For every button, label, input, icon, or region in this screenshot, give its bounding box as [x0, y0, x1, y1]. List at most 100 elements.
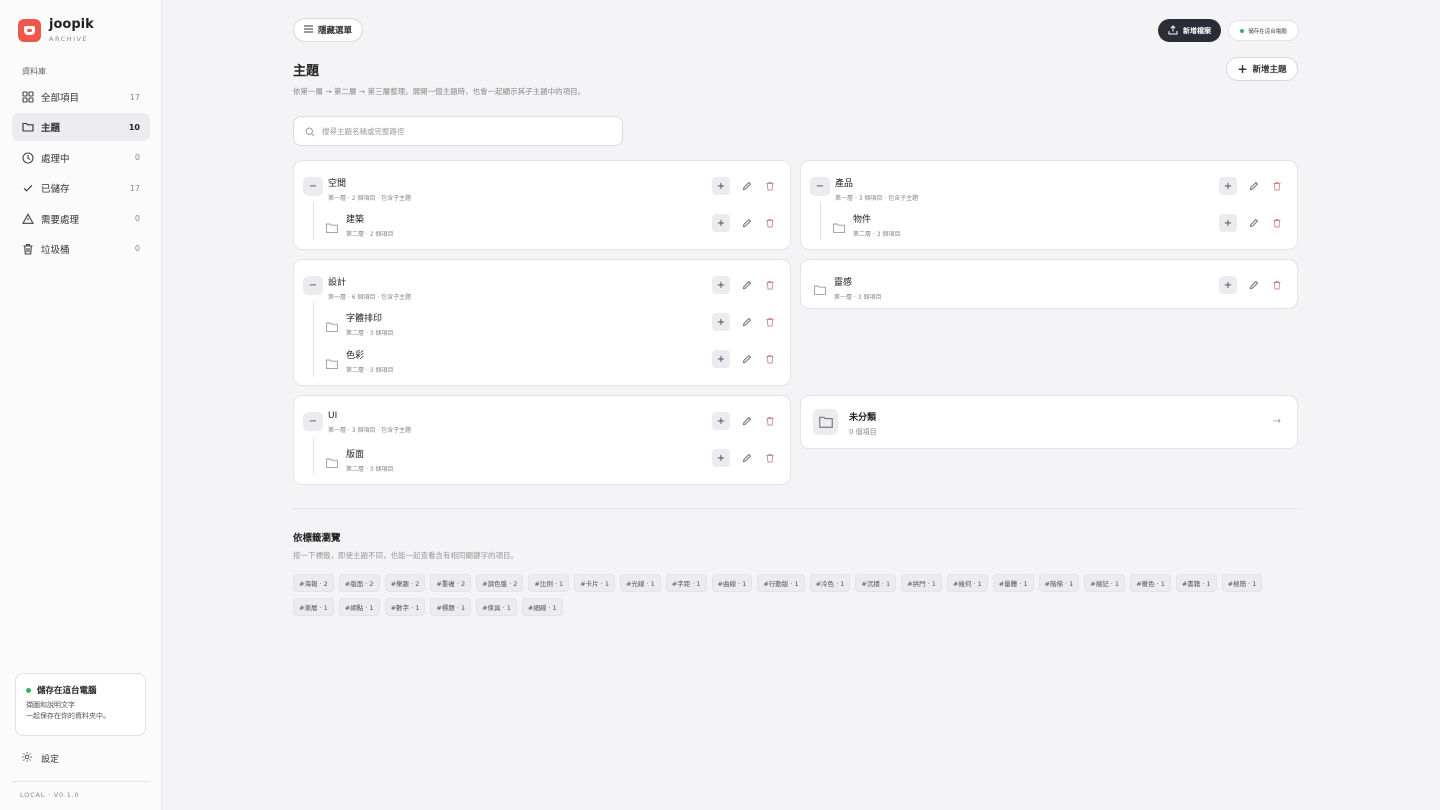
collapse-button[interactable]: −	[303, 411, 323, 431]
folder-icon	[833, 218, 845, 233]
edit-icon[interactable]	[741, 217, 753, 229]
delete-icon[interactable]	[1271, 180, 1283, 192]
add-subtopic-button[interactable]: +	[712, 214, 730, 232]
clock-icon	[21, 151, 34, 164]
delete-icon[interactable]	[764, 180, 776, 192]
tag-chip[interactable]: #樂趣 · 2	[384, 574, 426, 592]
topic-row[interactable]: − UI 第一層 · 3 個項目 · 包含子主題 +	[294, 404, 790, 438]
tag-chip[interactable]: #標題 · 1	[430, 598, 472, 616]
tag-chip[interactable]: #曲線 · 1	[711, 574, 753, 592]
version-label: LOCAL · V0.1.0	[20, 791, 80, 799]
tag-chip[interactable]: #漸層 · 1	[293, 598, 334, 616]
topic-row[interactable]: − 設計 第一層 · 6 個項目 · 包含子主題 +	[294, 268, 790, 302]
upload-icon	[1168, 24, 1178, 37]
add-subtopic-button[interactable]: +	[712, 276, 730, 294]
tag-chip[interactable]: #比例 · 1	[528, 574, 570, 592]
edit-icon[interactable]	[1248, 180, 1260, 192]
add-subtopic-button[interactable]: +	[1219, 177, 1237, 195]
new-file-button[interactable]: 新增檔案	[1158, 19, 1221, 42]
uncategorized-card[interactable]: 未分類 0 個項目 →	[800, 395, 1298, 449]
topic-title: 空間	[328, 179, 347, 189]
tag-chip[interactable]: #海報 · 2	[293, 574, 334, 592]
sidebar-item-all[interactable]: 全部項目 17	[12, 83, 150, 111]
delete-icon[interactable]	[764, 217, 776, 229]
edit-icon[interactable]	[741, 452, 753, 464]
delete-icon[interactable]	[764, 452, 776, 464]
delete-icon[interactable]	[1271, 279, 1283, 291]
tag-chip[interactable]: #書籍 · 1	[1175, 574, 1217, 592]
new-topic-button[interactable]: + 新增主題	[1226, 57, 1298, 81]
tag-chip[interactable]: #極簡 · 1	[1221, 574, 1263, 592]
edit-icon[interactable]	[741, 415, 753, 427]
tag-chip[interactable]: #調色盤 · 2	[476, 574, 524, 592]
sidebar-item-processing[interactable]: 處理中 0	[12, 144, 150, 172]
tag-chip[interactable]: #版面 · 2	[338, 574, 380, 592]
delete-icon[interactable]	[764, 353, 776, 365]
subtopic-row[interactable]: 物件 第二層 · 3 個項目 +	[801, 206, 1297, 240]
collapse-button[interactable]: −	[303, 275, 323, 295]
brand-name: joopik	[49, 17, 94, 32]
edit-icon[interactable]	[741, 180, 753, 192]
delete-icon[interactable]	[764, 316, 776, 328]
topic-row[interactable]: 靈感 第一層 · 3 個項目 +	[801, 268, 1297, 302]
tag-chip[interactable]: #網點 · 1	[338, 598, 380, 616]
add-subtopic-button[interactable]: +	[712, 412, 730, 430]
collapse-button[interactable]: −	[810, 176, 830, 196]
edit-icon[interactable]	[741, 279, 753, 291]
topic-row[interactable]: − 空間 第一層 · 2 個項目 · 包含子主題 +	[294, 169, 790, 203]
topic-row[interactable]: − 產品 第一層 · 3 個項目 · 包含子主題 +	[801, 169, 1297, 203]
add-subtopic-button[interactable]: +	[1219, 276, 1237, 294]
topic-card: 靈感 第一層 · 3 個項目 +	[800, 259, 1298, 309]
add-subtopic-button[interactable]: +	[1219, 214, 1237, 232]
tag-chip[interactable]: #幾何 · 1	[946, 574, 988, 592]
delete-icon[interactable]	[764, 279, 776, 291]
brand[interactable]: joopik ARCHIVE	[18, 18, 94, 43]
tag-chip[interactable]: #字距 · 1	[665, 574, 707, 592]
tag-chip[interactable]: #行動版 · 1	[757, 574, 805, 592]
settings-button[interactable]: 設定	[21, 751, 59, 766]
subtopic-actions: +	[712, 449, 776, 467]
sidebar-item-needs-attention[interactable]: 需要處理 0	[12, 205, 150, 233]
tag-chip[interactable]: #階梯 · 1	[1038, 574, 1080, 592]
add-subtopic-button[interactable]: +	[712, 449, 730, 467]
tags-section-description: 按一下標籤，即使主題不同，也能一起查看含有相同關鍵字的項目。	[293, 551, 518, 560]
page-title: 主題	[293, 64, 320, 79]
add-subtopic-button[interactable]: +	[712, 350, 730, 368]
add-subtopic-button[interactable]: +	[712, 177, 730, 195]
tag-chip[interactable]: #冷色 · 1	[809, 574, 851, 592]
tag-chip[interactable]: #撥記 · 1	[1084, 574, 1126, 592]
tag-chip[interactable]: #重複 · 2	[430, 574, 472, 592]
topic-search[interactable]	[293, 116, 623, 146]
tag-chip[interactable]: #細線 · 1	[521, 598, 563, 616]
subtopic-row[interactable]: 字體排印 第二層 · 3 個項目 +	[294, 305, 790, 339]
search-input[interactable]	[322, 126, 602, 136]
tag-chip[interactable]: #數字 · 1	[384, 598, 426, 616]
subtopic-text: 建築 第二層 · 2 個項目	[346, 212, 393, 238]
sidebar-item-topics[interactable]: 主題 10	[12, 113, 150, 142]
local-storage-badge: 儲存在這台電腦	[1228, 20, 1299, 41]
add-subtopic-button[interactable]: +	[712, 313, 730, 331]
subtopic-text: 物件 第二層 · 3 個項目	[853, 212, 900, 238]
subtopic-row[interactable]: 版面 第二層 · 3 個項目 +	[294, 441, 790, 475]
subtopic-row[interactable]: 色彩 第二層 · 3 個項目 +	[294, 342, 790, 376]
delete-icon[interactable]	[764, 415, 776, 427]
sidebar-item-saved[interactable]: 已儲存 17	[12, 174, 150, 202]
tag-chip[interactable]: #量體 · 1	[992, 574, 1034, 592]
topic-text: UI 第一層 · 3 個項目 · 包含子主題	[328, 411, 411, 434]
tag-chip[interactable]: #暖色 · 1	[1130, 574, 1171, 592]
subtopic-row[interactable]: 建築 第二層 · 2 個項目 +	[294, 206, 790, 240]
edit-icon[interactable]	[741, 353, 753, 365]
tag-chip[interactable]: #卡片 · 1	[574, 574, 615, 592]
sidebar-item-trash[interactable]: 垃圾桶 0	[12, 235, 150, 263]
delete-icon[interactable]	[1271, 217, 1283, 229]
tag-chip[interactable]: #拱門 · 1	[901, 574, 942, 592]
edit-icon[interactable]	[1248, 279, 1260, 291]
edit-icon[interactable]	[1248, 217, 1260, 229]
tag-chip[interactable]: #傢具 · 1	[476, 598, 517, 616]
edit-icon[interactable]	[741, 316, 753, 328]
collapse-button[interactable]: −	[303, 176, 323, 196]
status-dot-icon	[1240, 28, 1245, 33]
hide-menu-button[interactable]: 隱藏選單	[293, 18, 363, 42]
tag-chip[interactable]: #光線 · 1	[619, 574, 661, 592]
tag-chip[interactable]: #沉穩 · 1	[855, 574, 897, 592]
